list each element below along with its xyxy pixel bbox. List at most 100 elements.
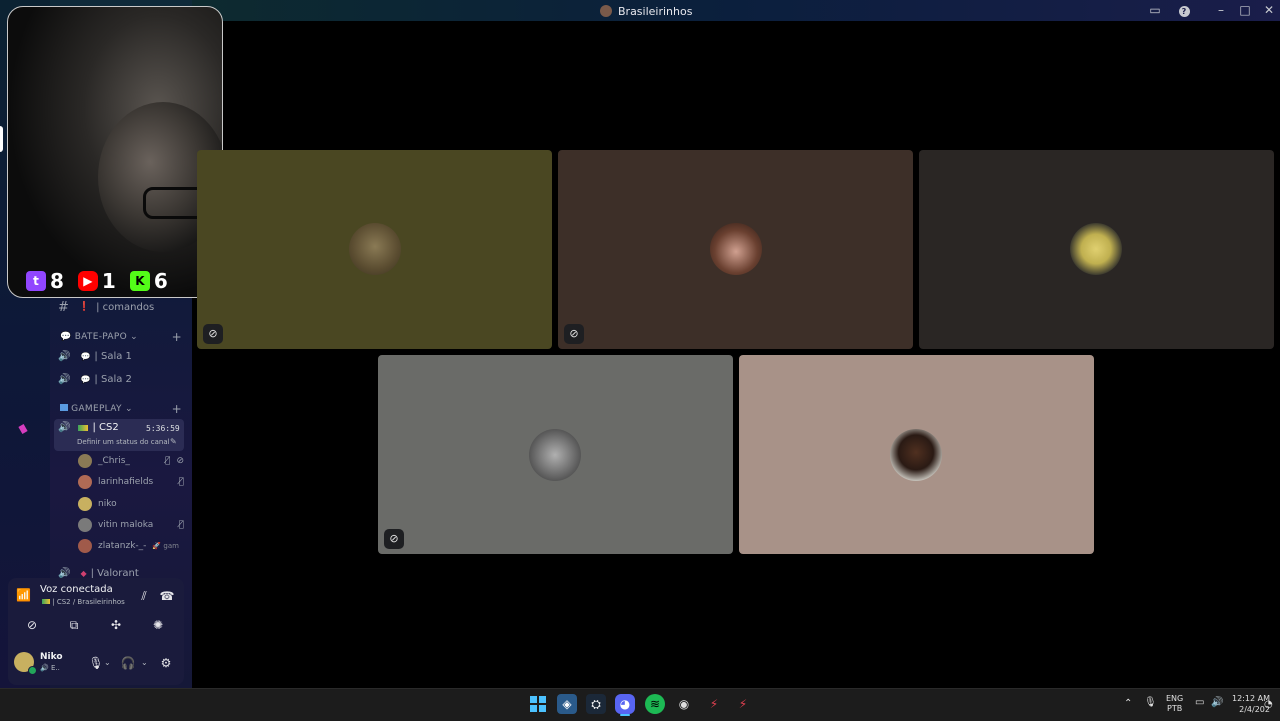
participant-avatar (710, 223, 762, 275)
voice-user[interactable]: larinhafields 🎙̸ (78, 472, 184, 492)
twitch-counter: t 8 (26, 269, 64, 293)
window-title-text: Brasileirinhos (618, 4, 693, 18)
mic-muted-icon: ⊘ (203, 324, 223, 344)
category-gameplay[interactable]: GAMEPLAY ⌄ + (60, 401, 182, 417)
avatar (78, 454, 92, 468)
online-status-icon (28, 666, 37, 675)
add-channel-icon[interactable]: + (172, 330, 182, 344)
webcam-overlay (7, 6, 223, 298)
text-channel-icon: # (58, 299, 69, 315)
channel-label: | CS2 (92, 422, 119, 433)
voice-user[interactable]: vitin maloka 🎙̸ (78, 515, 184, 535)
channel-sala-2[interactable]: 🔊 💬 | Sala 2 (58, 369, 132, 389)
chat-bubble-icon: 💬 (80, 351, 91, 361)
channel-emoji: ❗ (78, 302, 91, 312)
youtube-icon: ▶ (77, 271, 98, 291)
avatar (78, 518, 92, 532)
user-sub: 🔊 E.. (40, 664, 60, 672)
voice-channel-icon: 🔊 (58, 422, 71, 433)
video-tile[interactable] (739, 355, 1094, 554)
disconnect-icon[interactable]: ☎ (155, 587, 179, 605)
screen-share-icon[interactable]: ⧉ (62, 616, 86, 634)
mic-muted-icon: 🎙̸ (178, 477, 184, 487)
youtube-counter: ▶ 1 (77, 269, 116, 293)
edit-icon[interactable]: ✎ (170, 437, 177, 446)
category-label: BATE-PAPO (74, 332, 127, 342)
stream-counters: t 8 ▶ 1 K 6 (26, 268, 168, 294)
network-icon[interactable]: ▭ (1195, 697, 1204, 708)
spotify-icon[interactable]: ≋ (645, 694, 665, 714)
channel-timer: 5:36:59 (146, 424, 180, 433)
mic-muted-icon: ⊘ (564, 324, 584, 344)
mic-muted-icon: 🎙̸ (165, 456, 171, 466)
minimize-button[interactable]: – (1212, 2, 1230, 18)
video-tile[interactable]: ⊘ (558, 150, 913, 349)
soundboard-icon[interactable]: ✺ (146, 616, 170, 634)
camera-off-icon[interactable]: ⊘ (20, 616, 44, 634)
microphone-icon[interactable]: 🎙 (1144, 697, 1157, 708)
channel-label: | Valorant (90, 567, 139, 579)
server-icon (600, 5, 612, 17)
inbox-icon[interactable]: ▭ (1146, 2, 1164, 18)
video-tile[interactable]: ⊘ (378, 355, 733, 554)
user-activity: 🚀 gam (152, 542, 179, 550)
voice-user[interactable]: zlatanzk-_- 🚀 gam (78, 536, 184, 556)
steam-icon[interactable]: ⛭ (586, 694, 606, 714)
video-tile[interactable]: ⊘ (197, 150, 552, 349)
voice-channel-icon: 🔊 (58, 350, 71, 362)
app-icon[interactable]: ◈ (557, 694, 577, 714)
volume-icon[interactable]: 🔊 (1211, 697, 1223, 708)
maximize-button[interactable]: □ (1236, 2, 1254, 18)
participant-avatar (890, 429, 942, 481)
chevron-down-icon[interactable]: ⌄ (104, 658, 111, 667)
chevron-up-icon[interactable]: ⌃ (1124, 698, 1132, 709)
active-channel-cs2[interactable]: 🔊 | CS2 5:36:59 Definir um status do can… (54, 419, 184, 451)
connection-icon[interactable]: 📶 (16, 588, 31, 602)
chevron-down-icon: ⌄ (124, 404, 133, 414)
obs-icon[interactable]: ◉ (674, 694, 694, 714)
noise-suppression-icon[interactable]: ⫽ (132, 587, 156, 605)
voice-user[interactable]: _Chris_ 🎙̸ ⊘ (78, 451, 184, 471)
video-tile[interactable] (919, 150, 1274, 349)
app-icon[interactable]: ⚡ (704, 694, 724, 714)
activity-text: gam (163, 542, 179, 550)
voice-user[interactable]: niko (78, 494, 184, 514)
voice-channel-path[interactable]: | CS2 / Brasileirinhos (42, 598, 125, 606)
language-code: ENG (1166, 694, 1184, 703)
voice-panel: 📶 Voz conectada | CS2 / Brasileirinhos ⫽… (8, 578, 184, 685)
app-icon[interactable]: ⚡ (733, 694, 753, 714)
settings-gear-icon[interactable]: ⚙ (154, 654, 178, 672)
user-name: vitin maloka (98, 520, 154, 530)
channel-label: | Sala 1 (94, 350, 132, 362)
user-name: niko (98, 499, 117, 509)
mic-muted-icon: ⊘ (384, 529, 404, 549)
flag-icon (78, 424, 89, 431)
avatar (78, 539, 92, 553)
avatar (78, 475, 92, 489)
voice-channel-icon: 🔊 (58, 567, 71, 579)
activities-icon[interactable]: ✣ (104, 616, 128, 634)
notification-icon[interactable]: ◔ (1264, 699, 1273, 710)
chevron-down-icon[interactable]: ⌄ (141, 658, 148, 667)
voice-channel-text: | CS2 / Brasileirinhos (52, 598, 125, 606)
add-channel-icon[interactable]: + (172, 402, 182, 416)
windows-start-icon[interactable] (528, 694, 548, 714)
voice-status[interactable]: Voz conectada (40, 584, 113, 595)
headphones-icon[interactable]: 🎧 (116, 654, 140, 672)
channel-status[interactable]: Definir um status do canal (77, 438, 170, 446)
language-indicator[interactable]: ENG PTB (1166, 694, 1183, 714)
help-icon[interactable]: ? (1175, 2, 1193, 18)
discord-icon[interactable]: ◕ (615, 694, 635, 714)
close-button[interactable]: ✕ (1260, 2, 1278, 18)
keyboard-layout: PTB (1167, 704, 1183, 713)
channel-sala-1[interactable]: 🔊 💬 | Sala 1 (58, 346, 132, 366)
server-indicator (0, 126, 3, 152)
voice-channel-icon: 🔊 (58, 373, 71, 385)
user-name: zlatanzk-_- (98, 541, 147, 551)
channel-comandos[interactable]: # ❗ | comandos (58, 297, 154, 317)
mic-muted-icon: 🎙̸ (178, 520, 184, 530)
category-bate-papo[interactable]: 💬 BATE-PAPO ⌄ + (60, 329, 182, 345)
user-name[interactable]: Niko (40, 652, 63, 662)
user-sub-text: E.. (50, 664, 60, 672)
channel-label: | Sala 2 (94, 373, 132, 385)
